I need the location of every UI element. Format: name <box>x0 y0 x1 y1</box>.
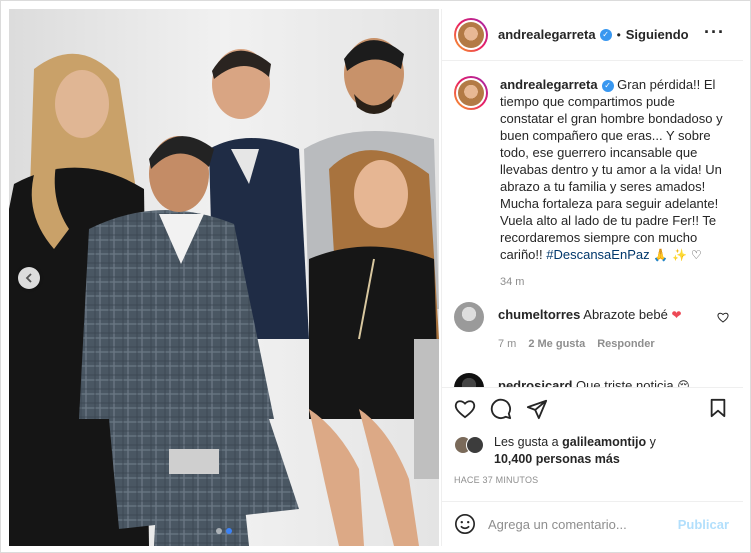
like-heart-icon[interactable] <box>454 399 476 419</box>
share-send-icon[interactable] <box>526 398 548 420</box>
caption: andrealegarreta ✓ Gran pérdida!! El tiemp… <box>442 62 743 291</box>
following-button[interactable]: Siguiendo <box>626 27 689 42</box>
carousel-prev-button[interactable] <box>18 267 40 289</box>
group-photo-illustration <box>9 9 439 546</box>
chevron-left-icon <box>25 273 32 283</box>
separator-dot: • <box>616 27 621 42</box>
post-timestamp[interactable]: HACE 37 MINUTOS <box>454 475 538 485</box>
comment-text: Que triste noticia <box>572 378 678 387</box>
carousel-indicator <box>216 528 232 534</box>
more-options-icon[interactable]: ··· <box>704 23 725 41</box>
action-bar <box>442 387 743 429</box>
comment-meta: 7 m 2 Me gusta Responder <box>498 336 682 353</box>
caption-time: 34 m <box>500 276 525 288</box>
caption-emojis: 🙏 ✨ ♡ <box>649 248 702 262</box>
likes-prefix: Les gusta a <box>494 435 563 449</box>
save-bookmark-icon[interactable] <box>709 398 727 423</box>
likes-suffix: y <box>646 435 656 449</box>
likes-user-link[interactable]: galileamontijo <box>562 435 646 449</box>
comment-item: chumeltorres Abrazote bebé ❤ 7 m 2 Me gu… <box>442 302 743 353</box>
carousel-dot <box>216 528 222 534</box>
header-username[interactable]: andrealegarreta <box>498 27 596 42</box>
comment-item: pedrosicard Que triste noticia 😔 <box>442 373 743 387</box>
comments-section[interactable]: andrealegarreta ✓ Gran pérdida!! El tiemp… <box>442 62 743 387</box>
likes-summary: Les gusta a galileamontijo y 10,400 pers… <box>454 434 734 468</box>
liker-avatars <box>454 434 488 454</box>
comment-avatar[interactable] <box>454 302 484 332</box>
comment-text: Abrazote bebé <box>580 307 672 322</box>
comment-emoji: 😔 <box>677 379 690 387</box>
caption-username[interactable]: andrealegarreta <box>500 77 598 92</box>
post-sidebar: andrealegarreta ✓ • Siguiendo ··· andrea… <box>441 9 743 546</box>
comment-bubble-icon[interactable] <box>490 398 512 420</box>
comment-likes[interactable]: 2 Me gusta <box>528 336 585 353</box>
publish-button[interactable]: Publicar <box>678 517 729 532</box>
comment-username[interactable]: chumeltorres <box>498 307 580 322</box>
comment-time: 7 m <box>498 338 517 350</box>
comment-avatar[interactable] <box>454 373 484 387</box>
caption-avatar[interactable] <box>454 76 488 110</box>
likes-count-link[interactable]: 10,400 personas más <box>494 452 620 466</box>
add-comment-bar: Publicar <box>442 501 743 546</box>
caption-text: Gran pérdida!! El tiempo que compartimos… <box>500 77 723 262</box>
comment-emoji: ❤ <box>671 308 682 322</box>
carousel-dot-active <box>226 528 232 534</box>
avatar[interactable] <box>454 17 488 52</box>
post-photo[interactable] <box>9 9 439 546</box>
hashtag-link[interactable]: #DescansaEnPaz <box>546 247 649 262</box>
comment-input[interactable] <box>488 516 676 532</box>
like-comment-heart-icon[interactable] <box>717 312 729 323</box>
comment-username[interactable]: pedrosicard <box>498 378 572 387</box>
emoji-smiley-icon[interactable] <box>454 513 476 535</box>
comment-reply-button[interactable]: Responder <box>597 336 654 353</box>
post-window: andrealegarreta ✓ • Siguiendo ··· andrea… <box>0 0 751 553</box>
verified-badge-icon: ✓ <box>599 28 612 41</box>
verified-badge-icon: ✓ <box>601 79 614 92</box>
post-header: andrealegarreta ✓ • Siguiendo ··· <box>442 9 743 61</box>
